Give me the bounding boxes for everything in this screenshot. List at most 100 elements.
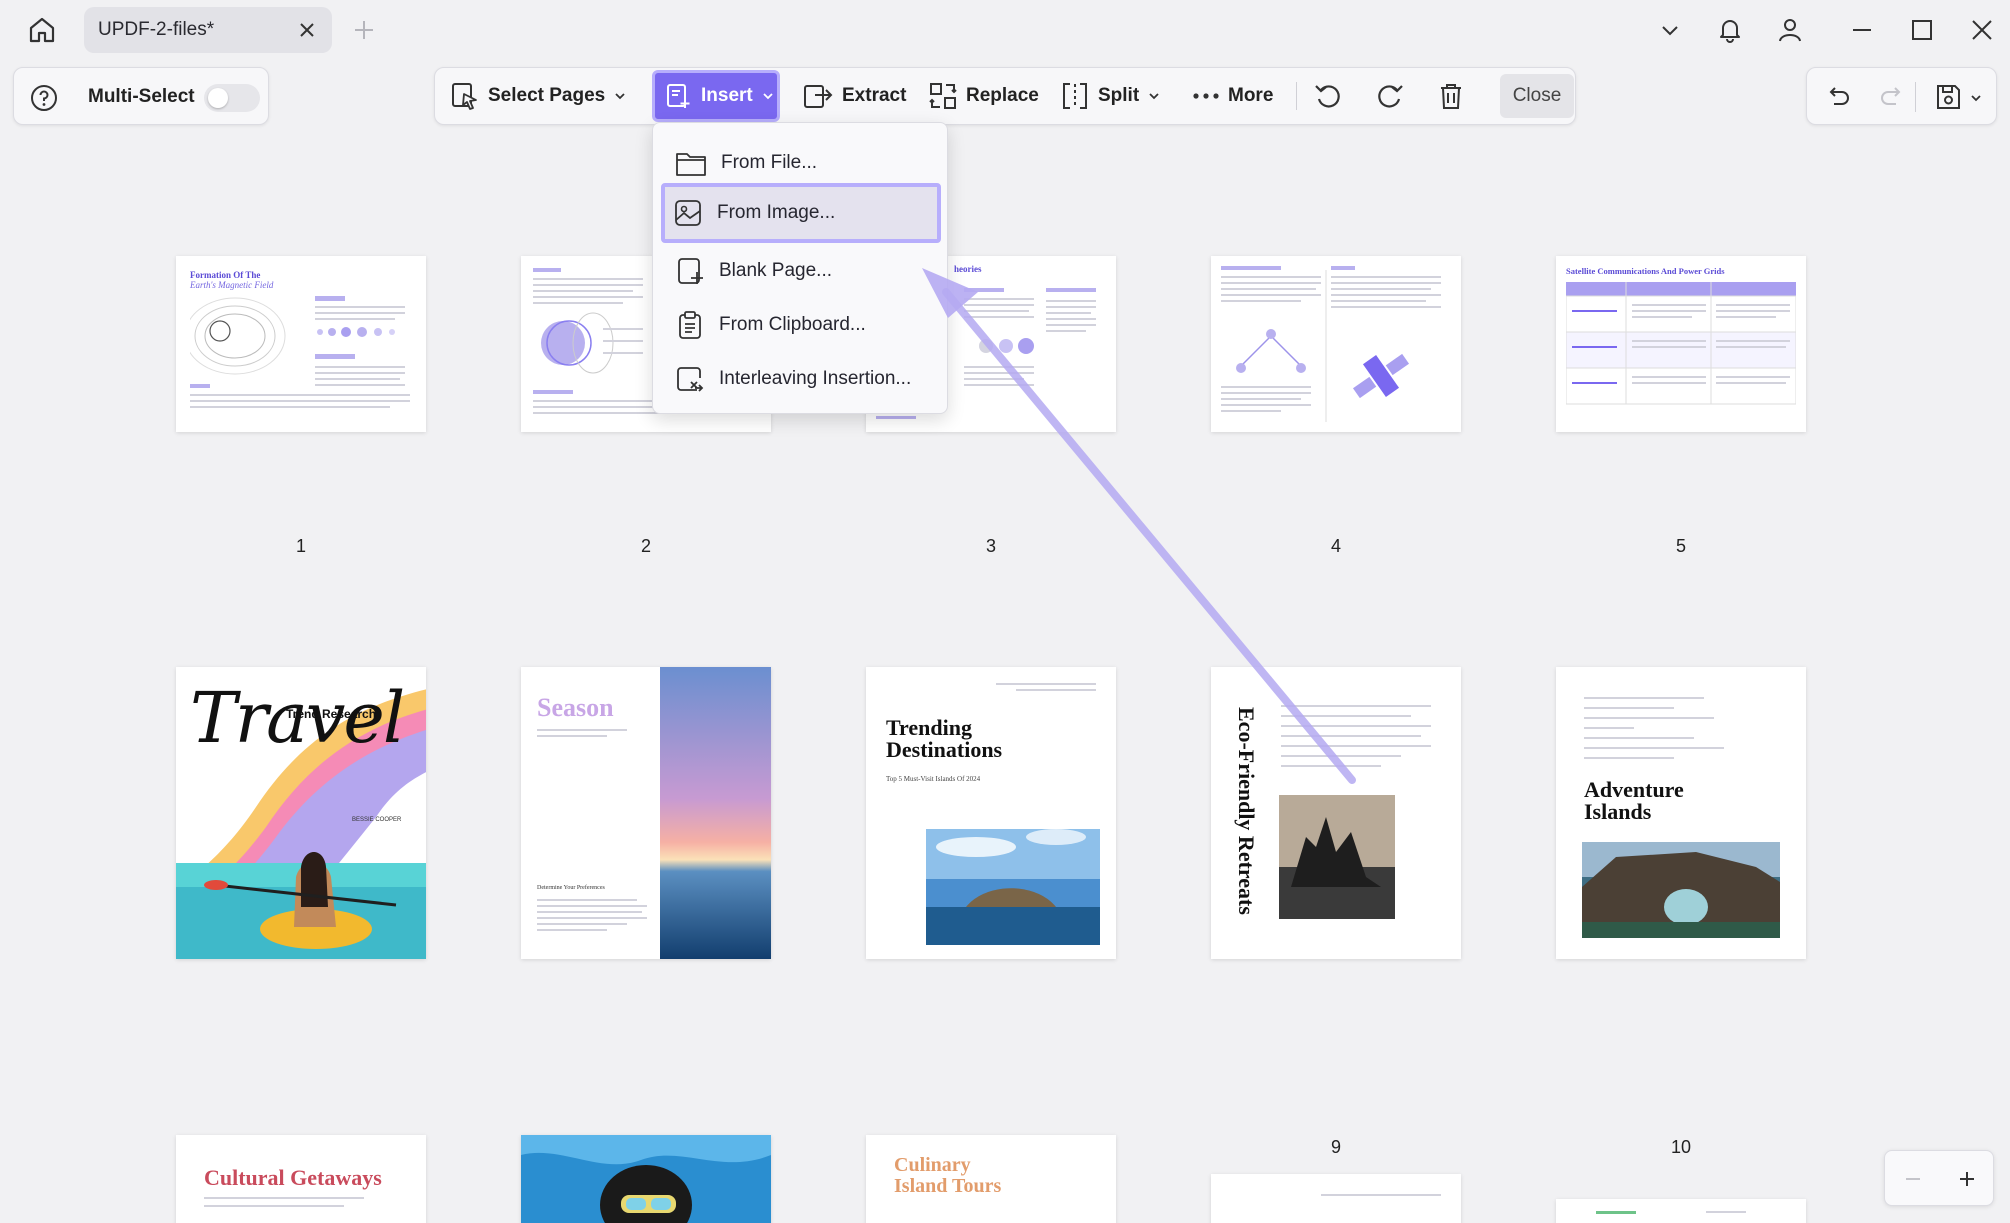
page-thumbnail-5[interactable]: Satellite Communications And Power Grids <box>1556 256 1806 432</box>
page-thumbnail-15[interactable] <box>1556 1199 1806 1223</box>
page-12-cover-art <box>521 1135 771 1223</box>
rotate-right-button[interactable] <box>1374 67 1406 125</box>
redo-icon[interactable] <box>1879 84 1905 110</box>
multi-select-toggle[interactable] <box>204 84 260 112</box>
toggle-knob <box>208 88 228 108</box>
document-tab-title: UPDF-2-files* <box>98 19 215 40</box>
interleave-icon <box>677 367 704 392</box>
page-thumbnail-13[interactable]: Culinary Island Tours <box>866 1135 1116 1223</box>
page-11-text-line <box>204 1197 364 1199</box>
close-button[interactable]: Close <box>1500 74 1574 118</box>
page-thumbnail-8[interactable]: Trending Destinations Top 5 Must-Visit I… <box>866 667 1116 959</box>
multi-select-panel: Multi-Select <box>13 67 269 125</box>
insert-from-clipboard-label: From Clipboard... <box>719 314 866 335</box>
page-thumbnail-7[interactable]: Season Determine Your Preferences <box>521 667 771 959</box>
interleaving-insertion-item[interactable]: Interleaving Insertion... <box>663 355 937 403</box>
multi-select-label: Multi-Select <box>88 86 195 107</box>
extract-button[interactable]: Extract <box>802 67 906 125</box>
page-number: 3 <box>985 536 996 556</box>
close-tab-icon[interactable] <box>296 19 318 41</box>
home-icon[interactable] <box>24 12 60 48</box>
insert-from-image-label: From Image... <box>717 202 836 223</box>
undo-icon[interactable] <box>1825 84 1851 110</box>
page-thumbnail-10[interactable]: Adventure Islands <box>1556 667 1806 959</box>
zoom-control <box>1884 1150 1994 1206</box>
page-15-accent-line <box>1596 1211 1636 1214</box>
select-pages-label: Select Pages <box>488 85 606 106</box>
page-grid: Formation Of The Earth's Magnetic Field … <box>7 134 2001 1223</box>
insert-from-image-item[interactable]: From Image... <box>661 183 941 243</box>
zoom-out-icon[interactable] <box>1903 1169 1923 1189</box>
insert-from-clipboard-item[interactable]: From Clipboard... <box>663 301 937 349</box>
chevron-down-icon <box>1149 93 1159 100</box>
insert-icon <box>667 84 690 108</box>
rotate-left-icon <box>1315 85 1340 108</box>
page-number: 5 <box>1675 536 1686 556</box>
split-button[interactable]: Split <box>1060 67 1161 125</box>
select-pages-icon <box>452 83 477 110</box>
blank-page-icon <box>678 258 703 284</box>
insert-blank-page-item[interactable]: Blank Page... <box>663 247 937 295</box>
page-7-title: Season <box>537 693 614 722</box>
insert-blank-page-label: Blank Page... <box>719 260 833 281</box>
page-1-illustration <box>190 296 410 408</box>
page-5-title: Satellite Communications And Power Grids <box>1566 266 1725 276</box>
page-14-text-line <box>1321 1194 1441 1196</box>
history-panel <box>1806 67 1997 125</box>
select-pages-button[interactable]: Select Pages <box>450 67 627 125</box>
bell-icon[interactable] <box>1714 14 1746 46</box>
page-thumbnail-1[interactable]: Formation Of The Earth's Magnetic Field <box>176 256 426 432</box>
history-divider <box>1915 82 1916 112</box>
page-8-cover-art <box>866 667 1116 959</box>
extract-icon <box>804 85 833 108</box>
page-1-title: Formation Of The <box>190 270 261 280</box>
page-thumbnail-11[interactable]: Cultural Getaways <box>176 1135 426 1223</box>
trash-icon <box>1441 84 1461 109</box>
replace-icon <box>929 83 957 109</box>
extract-label: Extract <box>842 85 907 106</box>
close-window-icon[interactable] <box>1966 14 1998 46</box>
page-11-title: Cultural Getaways <box>204 1165 382 1190</box>
folder-icon <box>676 153 706 176</box>
save-icon[interactable] <box>1933 82 1963 112</box>
page-8-title: Trending Destinations <box>886 715 1003 762</box>
insert-label: Insert <box>701 85 753 106</box>
page-number: 4 <box>1330 536 1341 556</box>
rotate-left-button[interactable] <box>1312 67 1344 125</box>
page-number: 9 <box>1330 1137 1341 1157</box>
document-tab[interactable]: UPDF-2-files* <box>84 7 332 53</box>
chevron-down-icon[interactable] <box>1970 92 1982 104</box>
more-icon <box>1193 93 1219 99</box>
page-8-subtitle: Top 5 Must-Visit Islands Of 2024 <box>886 775 981 783</box>
page-thumbnail-4[interactable] <box>1211 256 1461 432</box>
account-icon[interactable] <box>1774 14 1806 46</box>
page-15-text-line <box>1706 1211 1746 1213</box>
more-button[interactable]: More <box>1192 67 1273 125</box>
page-1-subtitle: Earth's Magnetic Field <box>190 280 274 290</box>
chevron-down-icon <box>763 93 773 100</box>
delete-button[interactable] <box>1436 67 1466 125</box>
insert-button[interactable]: Insert <box>652 70 780 122</box>
maximize-icon[interactable] <box>1906 14 1938 46</box>
page-11-text-line <box>204 1205 344 1207</box>
chevron-down-icon[interactable] <box>1654 14 1686 46</box>
page-thumbnail-9[interactable]: Eco-Friendly Retreats <box>1211 667 1461 959</box>
page-thumbnail-14[interactable] <box>1211 1174 1461 1223</box>
replace-button[interactable]: Replace <box>928 67 1039 125</box>
toolbar-divider <box>1296 82 1297 110</box>
insert-from-file-item[interactable]: From File... <box>663 139 937 187</box>
insert-from-file-label: From File... <box>721 152 818 173</box>
page-thumbnail-6[interactable]: Travel Trend Research BESSIE COOPER <box>176 667 426 959</box>
page-number: 1 <box>295 536 306 556</box>
page-6-author: BESSIE COOPER <box>352 817 402 823</box>
page-4-illustration <box>1221 266 1441 422</box>
add-tab-icon[interactable] <box>352 18 376 42</box>
zoom-in-icon[interactable] <box>1957 1169 1977 1189</box>
page-number: 2 <box>640 536 651 556</box>
page-thumbnail-12[interactable] <box>521 1135 771 1223</box>
minimize-icon[interactable] <box>1846 14 1878 46</box>
rotate-right-icon <box>1378 85 1403 108</box>
page-6-tag: Trend Research <box>286 707 377 721</box>
page-9-title: Eco-Friendly Retreats <box>1234 707 1259 915</box>
help-icon[interactable] <box>30 84 58 112</box>
